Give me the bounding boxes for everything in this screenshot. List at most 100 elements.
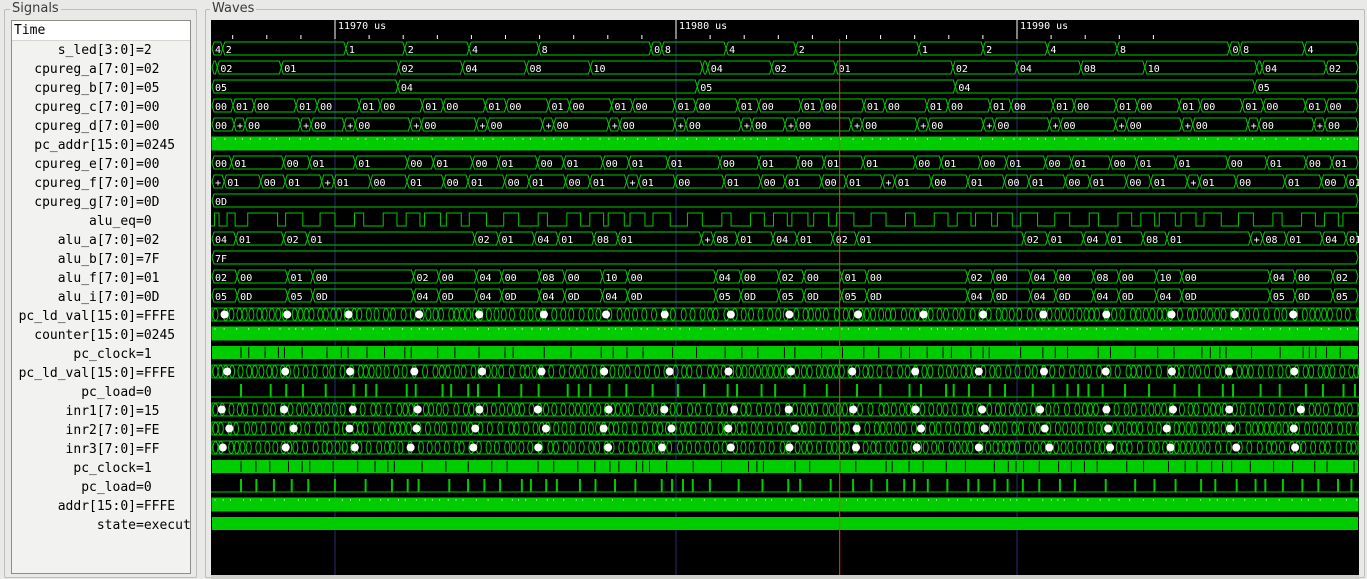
dense-bus-transition [969,308,976,321]
signal-row[interactable]: pc_clock =1 [12,345,190,364]
dense-bus-transition [1155,422,1162,435]
dense-bus-marker [475,405,484,414]
signal-row[interactable]: cpureg_f[7:0] =00 [12,174,190,193]
dense-bus-transition [1088,308,1095,321]
dense-bus-marker [726,310,735,319]
bus-segment [589,60,703,75]
signal-row[interactable]: alu_f[7:0] =01 [12,269,190,288]
dense-bus-transition [426,441,433,454]
dense-bus-transition [707,308,714,321]
dense-bus-transition [389,308,396,321]
signal-name: cpureg_c[7:0] [34,100,136,115]
signal-row[interactable]: alu_b[7:0] =7F [12,250,190,269]
signal-row[interactable]: addr[15:0] =FFFE [12,497,190,516]
dense-bus-transition [864,422,871,435]
bus-value-label: 00 [983,159,995,170]
signal-row[interactable]: inr1[7:0] =15 [12,402,190,421]
dense-bus-transition [1204,441,1211,454]
signal-row[interactable]: inr3[7:0] =FF [12,440,190,459]
bus-value-label: 01 [898,178,910,189]
dense-bus-transition [759,441,766,454]
dense-bus-transition [1344,308,1351,321]
signal-row[interactable]: alu_a[7:0] =02 [12,231,190,250]
signal-row[interactable]: cpureg_b[7:0] =05 [12,79,190,98]
dense-bus-transition [676,403,683,416]
bus-value-label: 00 [744,273,756,284]
signal-row[interactable]: pc_ld_val[15:0] =FFFE [12,364,190,383]
dense-bus-transition [707,365,714,378]
waveform-view[interactable]: 11970 us 11980 us 11990 us 4 2 1 2 4 8 0 8 4 2 1 2 4 8 0 8… [211,20,1359,575]
bus-value-label: 01 [800,235,812,246]
signal-row[interactable]: cpureg_e[7:0] =00 [12,155,190,174]
dense-bus-transition [513,422,520,435]
bus-value-label: 01 [358,159,370,170]
dense-bus-transition [884,308,891,321]
signal-row[interactable]: alu_i[7:0] =0D [12,288,190,307]
dense-bus-transition [679,422,686,435]
dense-bus-transition [833,365,840,378]
dense-bus-transition [322,422,329,435]
dense-bus-transition [768,441,775,454]
signal-row[interactable]: inr2[7:0] =FE [12,421,190,440]
horizontal-scrollbar[interactable] [211,575,1359,579]
signal-value: =FFFE [136,499,176,514]
signal-row[interactable]: pc_load =0 [12,383,190,402]
dense-bus-marker [1166,443,1175,452]
bus-value-label: 01 [804,102,816,113]
signal-row[interactable]: alu_eq =0 [12,212,190,231]
dense-bus-transition [434,422,441,435]
bus-value-label: 02 [1329,64,1341,75]
dense-bus-transition [1046,308,1053,321]
signal-name: alu_b[7:0] [57,252,136,267]
dense-bus-transition [334,441,341,454]
dense-bus-transition [362,365,369,378]
bus-value-label: 10 [593,64,605,75]
bus-value-label: 10 [1148,64,1160,75]
signal-row[interactable]: state =execut [12,516,190,535]
signal-row[interactable]: cpureg_d[7:0] =00 [12,117,190,136]
signal-row[interactable]: cpureg_a[7:0] =02 [12,60,190,79]
signal-list[interactable]: Time s_led[3:0] =2 cpureg_a[7:0] =02 cpureg_… [11,20,191,574]
signal-row[interactable]: cpureg_c[7:0] =00 [12,98,190,117]
signal-value: =1 [136,347,152,362]
signal-row[interactable]: pc_ld_val[15:0] =FFFE [12,307,190,326]
dense-bus-transition [775,308,782,321]
dense-bus-transition [1136,441,1143,454]
time-label: 11980 us [679,21,727,32]
waveform-canvas[interactable]: 11970 us 11980 us 11990 us4 2 1 2 4 8 0 8 4 2 1 2 4 8 0 8… [211,20,1359,575]
bus-value-label: 0D [631,292,643,303]
bus-value-label: + [920,121,926,132]
dense-bus-marker [1291,443,1300,452]
bus-value-label: + [325,178,331,189]
dense-bus-transition [1149,308,1156,321]
bus-value-label: 01 [1179,159,1191,170]
dense-bus-marker [786,367,795,376]
signal-row[interactable]: pc_clock =1 [12,459,190,478]
dense-bus-transition [1253,308,1260,321]
signal-row[interactable]: counter[15:0] =0245 [12,326,190,345]
dense-bus-transition [217,365,224,378]
dense-bus-transition [1215,403,1222,416]
dense-bus-transition [513,403,520,416]
dense-bus-transition [574,403,581,416]
signal-row[interactable]: pc_load =0 [12,478,190,497]
bus-segment [1144,60,1258,75]
signal-row[interactable]: s_led[3:0] =2 [12,41,190,60]
dense-bus-transition [819,422,826,435]
dense-bus-transition [339,365,346,378]
signal-row[interactable]: cpureg_g[7:0] =0D [12,193,190,212]
dense-bus-transition [1323,365,1330,378]
dense-bus-transition [553,422,560,435]
bus-value-label: 00 [248,121,260,132]
bus-value-label: 8 [1120,45,1126,56]
signal-value: =0 [136,214,152,229]
dense-bus-transition [1126,441,1133,454]
dense-bus-transition [291,308,298,321]
time-header[interactable]: Time [12,21,190,41]
signal-row[interactable]: pc_addr[15:0] =0245 [12,136,190,155]
dense-bus-transition [1319,441,1326,454]
bus-value-label: 00 [1007,178,1019,189]
bus-segment [211,79,399,94]
bus-value-label: 05 [291,292,303,303]
dense-bus-transition [485,441,492,454]
